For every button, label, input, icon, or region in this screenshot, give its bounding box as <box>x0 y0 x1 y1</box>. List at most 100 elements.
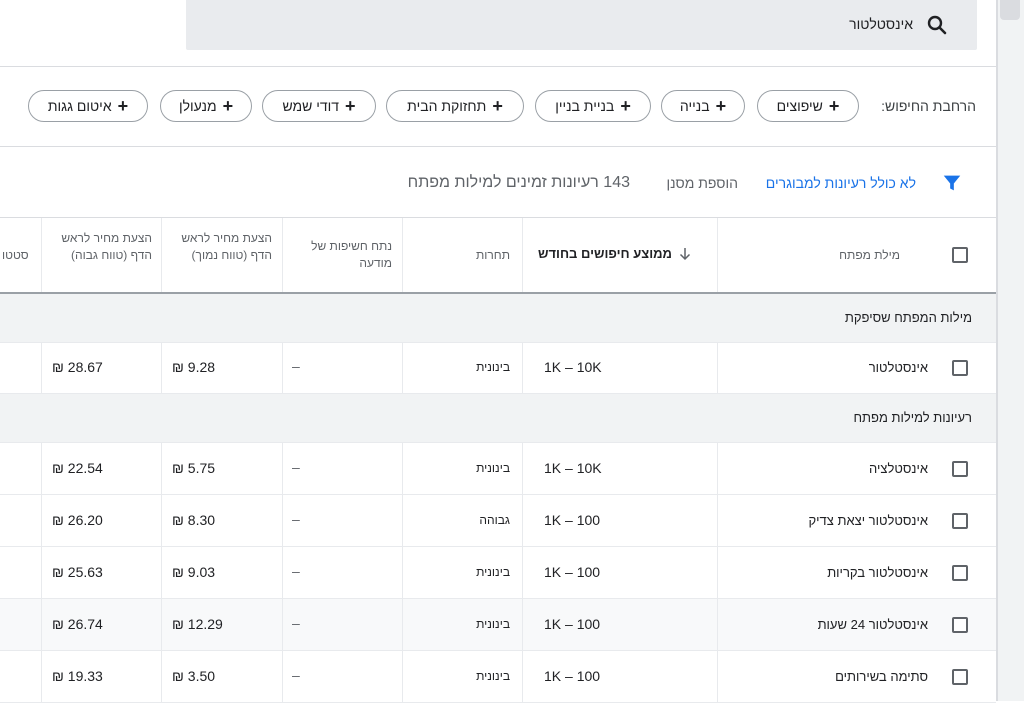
competition-cell: בינונית <box>476 360 510 374</box>
add-filter-button[interactable]: הוספת מסנן <box>666 175 738 191</box>
column-bid-low[interactable]: הצעת מחיר לראש הדף (טווח נמוך) <box>170 230 272 264</box>
row-checkbox[interactable] <box>952 360 968 376</box>
impression-share-cell: – <box>292 511 300 527</box>
avg-searches-cell: 1K – 100 <box>544 668 601 684</box>
bid-high-cell: ₪ 25.63 <box>52 564 103 580</box>
competition-cell: בינונית <box>476 669 510 683</box>
column-divider <box>41 651 42 702</box>
column-divider <box>717 651 718 702</box>
table-row[interactable]: אינסטלטור 24 שעות 1K – 100 בינונית – ₪ 1… <box>0 599 996 651</box>
column-divider <box>522 495 523 546</box>
expand-search-label: הרחבת החיפוש: <box>881 98 976 114</box>
table-row[interactable]: אינסטלטור 1K – 10K בינונית – ₪ 9.28 ₪ 28… <box>0 342 996 394</box>
search-box[interactable]: אינסטלטור <box>186 0 977 50</box>
column-divider <box>161 495 162 546</box>
scrollbar[interactable] <box>998 0 1024 701</box>
column-divider <box>522 342 523 393</box>
row-checkbox[interactable] <box>952 617 968 633</box>
impression-share-cell: – <box>292 615 300 631</box>
column-divider <box>282 599 283 650</box>
column-divider <box>282 443 283 494</box>
competition-cell: בינונית <box>476 565 510 579</box>
row-checkbox[interactable] <box>952 669 968 685</box>
impression-share-cell: – <box>292 459 300 475</box>
column-bid-high[interactable]: הצעת מחיר לראש הדף (טווח גבוה) <box>50 230 152 264</box>
table-row[interactable]: אינסטלטור בקריות 1K – 100 בינונית – ₪ 9.… <box>0 547 996 599</box>
group-header-ideas: רעיונות למילות מפתח <box>0 394 996 443</box>
bid-high-cell: ₪ 22.54 <box>52 460 103 476</box>
keyword-cell: סתימה בשירותים <box>835 669 928 684</box>
competition-cell: בינונית <box>476 461 510 475</box>
column-divider <box>41 599 42 650</box>
column-avg-searches[interactable]: ממוצע חיפושים בחודש <box>538 246 692 261</box>
column-divider <box>41 495 42 546</box>
chip-roof-sealing[interactable]: + איטום גגות <box>28 90 148 122</box>
chip-construction[interactable]: + בנייה <box>661 90 745 122</box>
column-divider <box>161 443 162 494</box>
plus-icon: + <box>715 96 727 116</box>
adult-ideas-filter[interactable]: לא כולל רעיונות למבוגרים <box>766 175 916 191</box>
group-header-provided: מילות המפתח שסיפקת <box>0 294 996 343</box>
bid-high-cell: ₪ 19.33 <box>52 668 103 684</box>
search-icon[interactable] <box>925 13 949 37</box>
bid-low-cell: ₪ 9.28 <box>172 359 216 375</box>
avg-searches-cell: 1K – 100 <box>544 512 601 528</box>
column-status[interactable]: סטטו <box>2 247 39 264</box>
bid-low-cell: ₪ 9.03 <box>172 564 216 580</box>
row-checkbox[interactable] <box>952 513 968 529</box>
column-divider <box>717 218 718 292</box>
ideas-count: 143 רעיונות זמינים למילות מפתח <box>407 174 630 191</box>
plus-icon: + <box>620 96 631 116</box>
plus-icon: + <box>828 96 840 116</box>
column-divider <box>402 218 403 292</box>
table-header: מילת מפתח ממוצע חיפושים בחודש תחרות נתח … <box>0 218 996 294</box>
column-divider <box>522 218 523 292</box>
chip-home-maintenance[interactable]: + תחזוקת הבית <box>386 90 524 122</box>
column-divider <box>161 218 162 292</box>
column-divider <box>41 218 42 292</box>
column-divider <box>161 651 162 702</box>
filter-icon[interactable] <box>941 172 963 194</box>
table-row[interactable]: אינסטלציה 1K – 10K בינונית – ₪ 5.75 ₪ 22… <box>0 443 996 495</box>
select-all-checkbox[interactable] <box>952 247 968 263</box>
column-keyword[interactable]: מילת מפתח <box>839 247 900 264</box>
column-impression-share[interactable]: נתח חשיפות של מודעה <box>290 238 392 272</box>
avg-searches-cell: 1K – 10K <box>544 460 602 476</box>
chip-locksmith[interactable]: + מנעולן <box>160 90 252 122</box>
column-divider <box>717 599 718 650</box>
column-divider <box>522 651 523 702</box>
column-divider <box>402 547 403 598</box>
impression-share-cell: – <box>292 563 300 579</box>
keyword-cell: אינסטלטור יצאת צדיק <box>808 513 928 528</box>
search-input[interactable]: אינסטלטור <box>849 16 913 32</box>
bid-low-cell: ₪ 8.30 <box>172 512 216 528</box>
chip-solar-heaters[interactable]: + דודי שמש <box>262 90 376 122</box>
column-divider <box>402 651 403 702</box>
avg-searches-cell: 1K – 10K <box>544 359 602 375</box>
column-divider <box>402 495 403 546</box>
row-checkbox[interactable] <box>952 461 968 477</box>
plus-icon: + <box>117 96 129 116</box>
column-competition[interactable]: תחרות <box>476 247 510 264</box>
column-divider <box>41 342 42 393</box>
table-row[interactable]: סתימה בשירותים 1K – 100 בינונית – ₪ 3.50… <box>0 651 996 703</box>
bid-low-cell: ₪ 3.50 <box>172 668 216 684</box>
column-divider <box>717 495 718 546</box>
column-divider <box>282 495 283 546</box>
plus-icon: + <box>492 96 503 116</box>
scrollbar-thumb[interactable] <box>1000 0 1020 20</box>
row-checkbox[interactable] <box>952 565 968 581</box>
divider <box>0 146 996 147</box>
column-divider <box>402 443 403 494</box>
column-divider <box>717 342 718 393</box>
competition-cell: גבוהה <box>479 513 510 527</box>
chip-building-construction[interactable]: + בניית בניין <box>535 90 651 122</box>
impression-share-cell: – <box>292 358 300 374</box>
bid-high-cell: ₪ 26.20 <box>52 512 103 528</box>
impression-share-cell: – <box>292 667 300 683</box>
table-row[interactable]: אינסטלטור יצאת צדיק 1K – 100 גבוהה – ₪ 8… <box>0 495 996 547</box>
chip-renovations[interactable]: + שיפוצים <box>757 90 859 122</box>
keyword-cell: אינסטלטור בקריות <box>827 565 928 580</box>
competition-cell: בינונית <box>476 617 510 631</box>
avg-searches-cell: 1K – 100 <box>544 616 601 632</box>
